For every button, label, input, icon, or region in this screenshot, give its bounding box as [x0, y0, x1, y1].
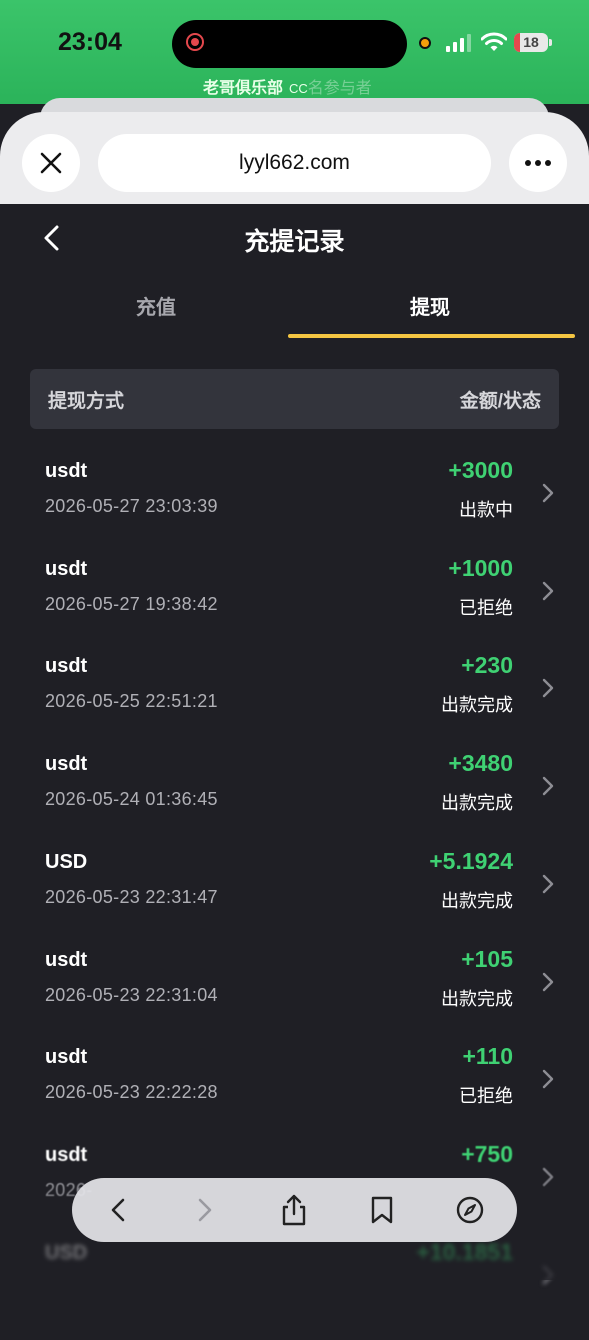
column-header-amount-status: 金额/状态 — [459, 390, 541, 412]
microphone-indicator-icon — [419, 37, 431, 49]
record-status: 出款中 — [459, 500, 513, 520]
active-tab-indicator — [288, 334, 575, 338]
carrier-banner: 老哥俱乐部 CC名参与者 — [203, 74, 372, 98]
carrier-name: 老哥俱乐部 — [203, 80, 284, 97]
chevron-right-icon — [198, 1198, 212, 1222]
close-button[interactable] — [22, 134, 80, 192]
chevron-right-icon — [542, 776, 554, 796]
battery-percent: 18 — [523, 34, 539, 50]
share-icon — [282, 1194, 306, 1226]
dynamic-island — [172, 20, 407, 68]
record-row[interactable]: usdt 2026-05-27 19:38:42 +1000 已拒绝 — [10, 554, 579, 656]
withdraw-method: usdt — [45, 948, 88, 971]
record-row[interactable]: usdt 2026-05-23 22:31:04 +105 出款完成 — [10, 945, 579, 1047]
record-datetime: 2026-05-27 23:03:39 — [45, 496, 218, 516]
screen-recording-icon — [186, 33, 204, 51]
withdraw-method: usdt — [45, 557, 88, 580]
tab-recharge[interactable]: 充值 — [14, 276, 298, 334]
more-horizontal-icon — [525, 160, 551, 166]
withdraw-method: usdt — [45, 460, 88, 482]
record-datetime: 2026-05-24 01:36:45 — [45, 789, 218, 810]
record-status: 已拒绝 — [459, 1086, 513, 1107]
chevron-right-icon — [542, 679, 554, 698]
withdraw-method: usdt — [45, 655, 88, 678]
record-datetime: 2026-05-23 22:22:28 — [45, 1082, 218, 1103]
chevron-right-icon — [542, 483, 554, 503]
browser-forward-button[interactable] — [187, 1192, 223, 1228]
wifi-icon — [481, 32, 507, 51]
chevron-right-icon — [542, 1069, 554, 1089]
record-status: 出款完成 — [441, 793, 513, 814]
compass-icon — [456, 1196, 484, 1224]
browser-back-button[interactable] — [100, 1192, 136, 1228]
bookmark-icon — [371, 1196, 393, 1224]
record-amount: +3000 — [448, 457, 513, 483]
record-datetime: 2026-05-23 22:31:47 — [45, 886, 218, 907]
record-amount: +1000 — [448, 554, 513, 581]
record-status: 出款完成 — [441, 890, 513, 911]
record-datetime: 2026-05-27 19:38:42 — [45, 593, 218, 614]
withdrawal-records-page: 充提记录 充值 提现 提现方式 金额/状态 usdt 2026-05-27 23:… — [10, 204, 579, 1284]
page-title: 充提记录 — [244, 228, 345, 256]
battery-icon: 18 — [514, 33, 548, 52]
record-datetime: 2026-05-25 22:51:21 — [45, 691, 218, 712]
compass-button[interactable] — [452, 1192, 488, 1228]
record-row[interactable]: usdt 2026-05-24 01:36:45 +3480 出款完成 — [10, 750, 579, 851]
chevron-right-icon — [542, 972, 554, 991]
column-header-method: 提现方式 — [48, 390, 125, 412]
table-header: 提现方式 金额/状态 — [30, 369, 559, 429]
record-amount: +5.1924 — [429, 847, 513, 874]
url-field[interactable]: lyyl662.com — [98, 134, 491, 192]
record-row[interactable]: usdt 2026-05-25 22:51:21 +230 出款完成 — [10, 652, 579, 753]
withdraw-method: usdt — [45, 1046, 88, 1069]
record-row[interactable]: usdt 2026-05-23 22:22:28 +110 已拒绝 — [10, 1043, 579, 1144]
tab-withdraw[interactable]: 提现 — [288, 276, 572, 334]
chevron-right-icon — [542, 874, 554, 893]
carrier-suffix: CC — [289, 81, 308, 96]
record-tabs: 充值 提现 — [10, 276, 579, 338]
carrier-faded-text: 名参与者 — [307, 80, 372, 97]
withdraw-method: USD — [45, 850, 88, 873]
record-status: 出款完成 — [441, 988, 513, 1009]
record-row[interactable]: usdt 2026-05-27 23:03:39 +3000 出款中 — [10, 457, 579, 558]
chevron-left-icon — [111, 1198, 125, 1222]
status-time: 23:04 — [58, 28, 122, 56]
browser-toolbar — [72, 1178, 517, 1242]
status-bar: 23:04 18 老哥俱乐部 CC名参与者 — [0, 0, 589, 104]
record-amount: +230 — [461, 652, 513, 679]
record-status: 已拒绝 — [459, 597, 513, 618]
record-amount: +105 — [461, 945, 513, 972]
close-icon — [40, 152, 62, 174]
record-amount: +110 — [462, 1043, 513, 1070]
more-options-button[interactable] — [509, 134, 567, 192]
record-status: 出款完成 — [441, 695, 513, 716]
share-button[interactable] — [276, 1192, 312, 1228]
record-datetime: 2026-05-23 22:31:04 — [45, 984, 218, 1005]
battery-tip — [549, 39, 552, 46]
bookmarks-button[interactable] — [364, 1192, 400, 1228]
record-amount: +3480 — [448, 750, 513, 777]
cellular-signal-icon — [446, 34, 472, 52]
chevron-right-icon — [542, 581, 554, 600]
record-row[interactable]: USD 2026-05-23 22:31:47 +5.1924 出款完成 — [10, 847, 579, 949]
withdraw-method: usdt — [45, 753, 88, 776]
